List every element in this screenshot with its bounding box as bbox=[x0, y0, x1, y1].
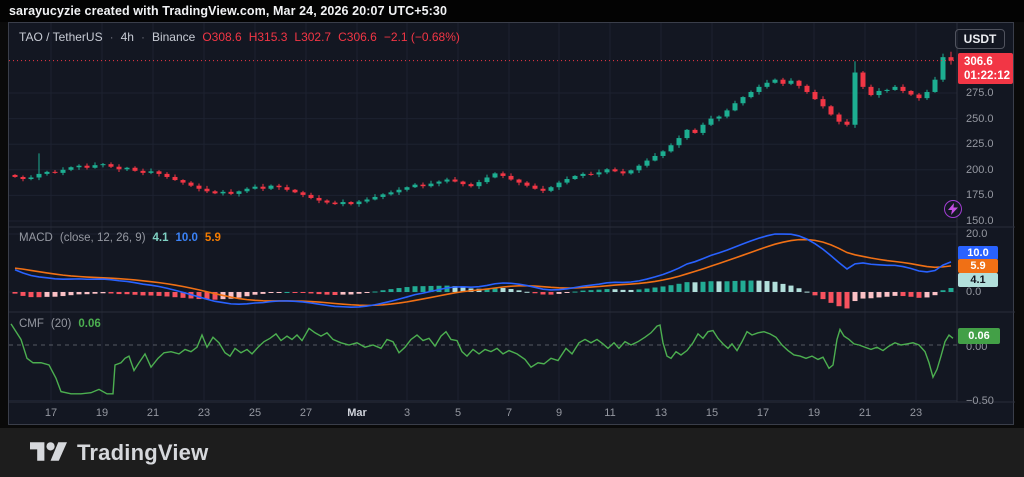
price-tick: 150.0 bbox=[966, 215, 994, 227]
chart-panel[interactable]: TAO / TetherUS · 4h · Binance O308.6 H31… bbox=[8, 22, 1015, 426]
lightning-icon[interactable] bbox=[944, 200, 962, 218]
ohlc-change: −2.1 (−0.68%) bbox=[383, 30, 460, 44]
screenshot-stage: sarayucyzie created with TradingView.com… bbox=[0, 0, 1024, 477]
cmf-params: (20) bbox=[50, 318, 72, 330]
last-price-value: 306.6 bbox=[964, 55, 993, 68]
time-tick: 15 bbox=[705, 407, 719, 419]
time-tick: Mar bbox=[347, 407, 367, 419]
cmf-value: 0.06 bbox=[78, 318, 101, 330]
price-tick: 250.0 bbox=[966, 112, 994, 125]
time-tick: 21 bbox=[858, 407, 872, 419]
exchange-label: Binance bbox=[151, 30, 196, 44]
hist-axis-label: 4.1 bbox=[958, 273, 998, 287]
time-axis[interactable]: 17 19 21 23 25 27 Mar 3 5 7 9 11 13 15 17 19 21 23 bbox=[9, 402, 957, 426]
interval-label[interactable]: 4h bbox=[121, 30, 134, 44]
macd-axis-label: 10.0 bbox=[958, 246, 998, 260]
price-tick: 275.0 bbox=[966, 87, 994, 99]
time-tick: 11 bbox=[604, 407, 616, 419]
last-price-label: 306.6 01:22:12 bbox=[958, 53, 1013, 84]
separator-dot: · bbox=[109, 30, 114, 44]
footer-bar: TradingView bbox=[0, 428, 1024, 477]
macd-tick: 0.0 bbox=[966, 286, 982, 298]
ohlc-low: L302.7 bbox=[294, 30, 332, 44]
cmf-axis-label: 0.06 bbox=[958, 328, 1000, 344]
time-tick: 19 bbox=[807, 407, 821, 419]
time-tick: 25 bbox=[248, 407, 262, 419]
price-axis[interactable]: 306.6 01:22:12 10.0 5.9 4.1 275.0 250.0 22… bbox=[957, 23, 1015, 407]
time-tick: 17 bbox=[44, 407, 58, 419]
macd-signal-value: 5.9 bbox=[204, 232, 221, 244]
time-tick: 7 bbox=[505, 407, 513, 419]
tradingview-logo[interactable]: TradingView bbox=[30, 438, 208, 467]
macd-hist-value: 4.1 bbox=[152, 232, 169, 244]
cmf-legend[interactable]: CMF (20) 0.06 bbox=[19, 318, 101, 330]
quote-currency-button[interactable]: USDT bbox=[955, 29, 1005, 49]
macd-params: (close, 12, 26, 9) bbox=[59, 232, 146, 244]
cmf-title[interactable]: CMF bbox=[19, 318, 44, 330]
cmf-tick: −0.50 bbox=[966, 394, 994, 407]
time-tick: 13 bbox=[654, 407, 668, 419]
bar-countdown: 01:22:12 bbox=[964, 69, 1011, 82]
time-tick: 19 bbox=[95, 407, 109, 419]
tradingview-logo-icon bbox=[30, 442, 67, 461]
macd-title[interactable]: MACD bbox=[19, 232, 53, 244]
macd-tick: 20.0 bbox=[966, 228, 988, 240]
macd-legend[interactable]: MACD (close, 12, 26, 9) 4.1 10.0 5.9 bbox=[19, 232, 221, 244]
ohlc-high: H315.3 bbox=[248, 30, 288, 44]
time-tick: 17 bbox=[756, 407, 770, 419]
symbol-name[interactable]: TAO / TetherUS bbox=[19, 30, 103, 44]
price-tick: 175.0 bbox=[966, 189, 994, 202]
lightning-bolt-glyph bbox=[948, 203, 958, 215]
price-tick: 225.0 bbox=[966, 138, 994, 151]
time-tick: 27 bbox=[299, 407, 313, 419]
time-tick: 23 bbox=[909, 407, 923, 419]
symbol-legend[interactable]: TAO / TetherUS · 4h · Binance O308.6 H31… bbox=[19, 30, 460, 44]
chart-canvas[interactable] bbox=[9, 23, 1015, 426]
ohlc-open: O308.6 bbox=[202, 30, 242, 44]
attribution-text: sarayucyzie created with TradingView.com… bbox=[9, 4, 448, 18]
time-tick: 23 bbox=[197, 407, 211, 419]
time-tick: 5 bbox=[454, 407, 462, 419]
tradingview-logo-text: TradingView bbox=[77, 439, 209, 465]
attribution-bar: sarayucyzie created with TradingView.com… bbox=[0, 0, 1024, 22]
price-tick: 200.0 bbox=[966, 163, 994, 176]
time-tick: 3 bbox=[403, 407, 411, 419]
separator-dot: · bbox=[140, 30, 145, 44]
signal-axis-label: 5.9 bbox=[958, 259, 998, 273]
time-tick: 9 bbox=[555, 407, 563, 419]
ohlc-close: C306.6 bbox=[338, 30, 377, 44]
time-tick: 21 bbox=[146, 407, 160, 419]
macd-line-value: 10.0 bbox=[175, 232, 198, 244]
